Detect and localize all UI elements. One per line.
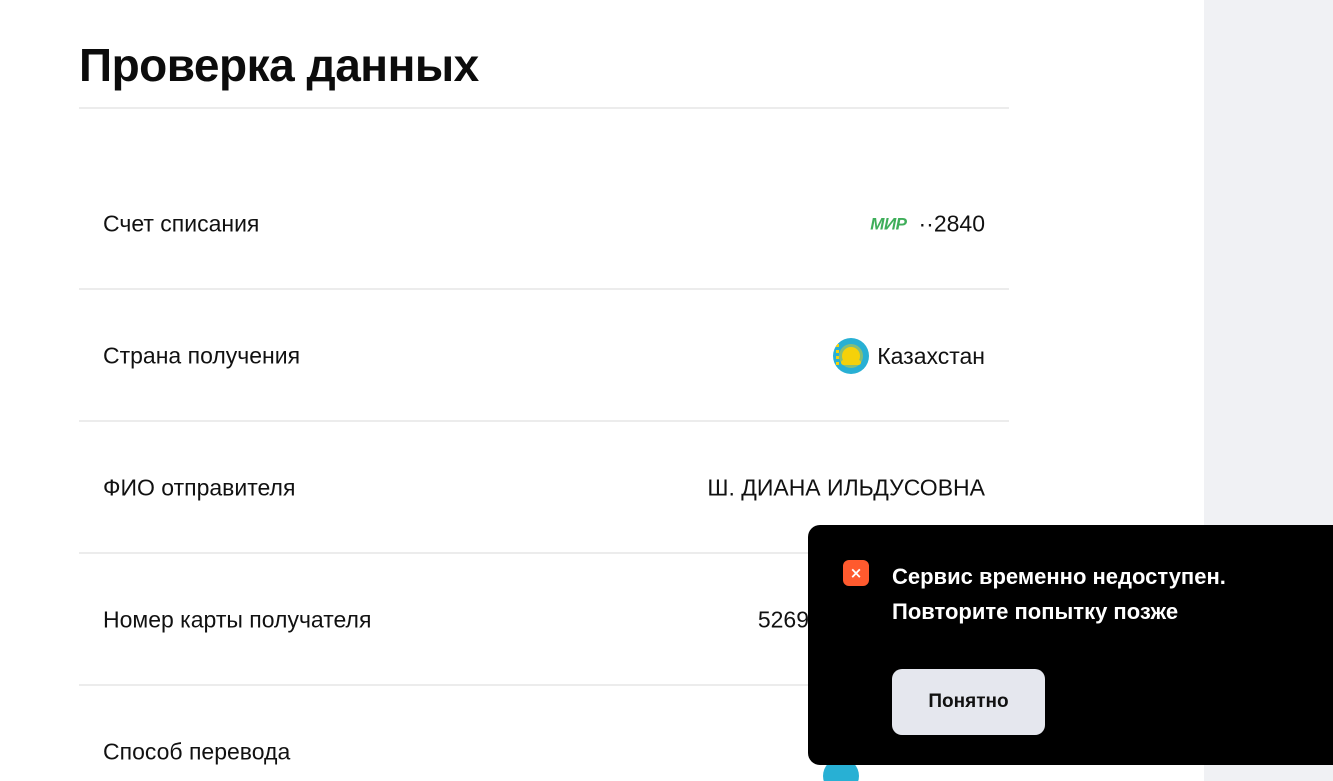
receiving-country-label: Страна получения — [103, 342, 301, 369]
sender-name-label: ФИО отправителя — [103, 474, 296, 501]
receiving-country-name: Казахстан — [877, 342, 985, 369]
toast-message: Сервис временно недоступен. Повторите по… — [892, 564, 1226, 624]
toast-ok-button[interactable]: Понятно — [892, 669, 1045, 735]
title-divider — [79, 107, 1009, 109]
sender-name-value: Ш. ДИАНА ИЛЬДУСОВНА — [707, 474, 985, 501]
row-receiving-country[interactable]: Страна получения Казахстан — [79, 291, 1009, 421]
kazakhstan-flag-icon — [833, 338, 870, 374]
debit-account-number: ··2840 — [918, 210, 985, 237]
transfer-method-label: Способ перевода — [103, 738, 291, 765]
row-divider — [79, 420, 1009, 422]
receiving-country-value: Казахстан — [833, 338, 985, 374]
recipient-card-label: Номер карты получателя — [103, 606, 372, 633]
recipient-card-value: 5269 — [757, 606, 809, 633]
row-divider — [79, 288, 1009, 290]
error-close-icon: × — [843, 560, 869, 586]
page-title: Проверка данных — [79, 39, 479, 91]
debit-account-value: МИР ··2840 — [870, 211, 985, 238]
debit-account-label: Счет списания — [103, 210, 260, 237]
row-debit-account[interactable]: Счет списания МИР ··2840 — [79, 159, 1009, 289]
mir-card-logo-icon: МИР — [870, 214, 907, 233]
error-toast: × Сервис временно недоступен. Повторите … — [808, 525, 1333, 765]
